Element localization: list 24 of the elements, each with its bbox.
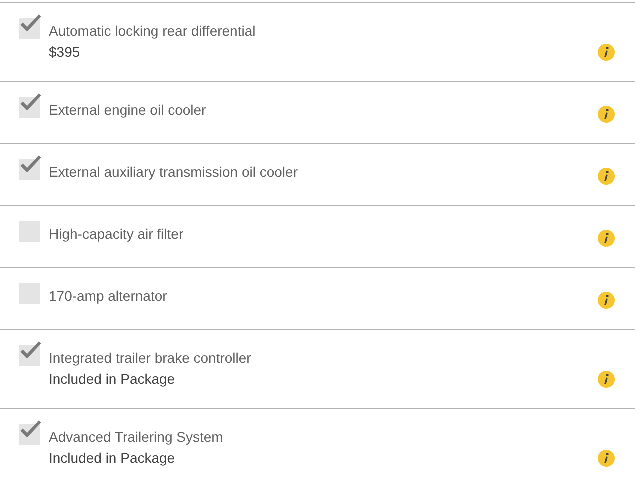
option-label: Integrated trailer brake controller [49,349,252,368]
checkmark-icon [20,418,42,440]
checkmark-icon [20,91,42,113]
info-icon[interactable] [598,230,615,247]
option-note: Included in Package [49,370,176,389]
option-label: External auxiliary transmission oil cooler [49,163,299,182]
info-icon[interactable] [598,106,615,123]
option-label: 170-amp alternator [49,287,168,306]
option-label: Advanced Trailering System [49,428,224,447]
info-icon[interactable] [598,292,615,309]
info-icon[interactable] [598,44,615,61]
info-icon[interactable] [598,168,615,185]
option-note: $395 [49,43,82,62]
option-note: Included in Package [49,449,176,468]
checkmark-icon [20,339,42,361]
checkbox[interactable] [19,283,40,304]
info-icon[interactable] [598,371,615,388]
option-label: Automatic locking rear differential [49,22,257,41]
checkmark-icon [20,12,42,34]
info-icon[interactable] [598,450,615,467]
option-label: External engine oil cooler [49,101,208,120]
checkbox[interactable] [19,221,40,242]
checkmark-icon [20,153,42,175]
option-label: High-capacity air filter [49,225,185,244]
